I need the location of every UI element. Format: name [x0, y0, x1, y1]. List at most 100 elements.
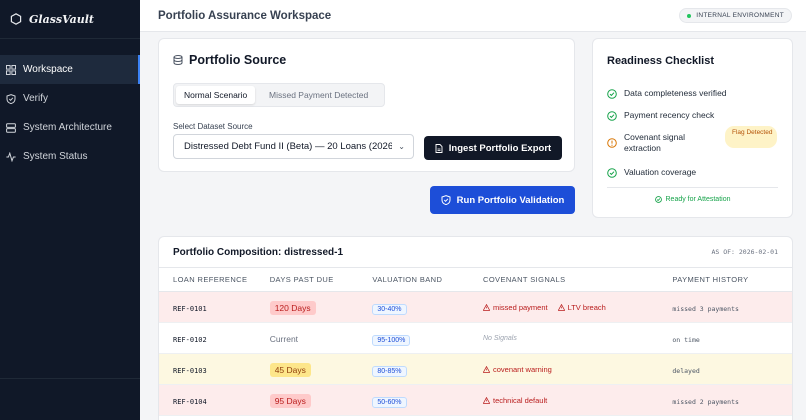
- shield-check-icon: [6, 93, 16, 104]
- card-title: Portfolio Source: [189, 53, 287, 67]
- sidebar-item-workspace[interactable]: Workspace: [0, 55, 140, 84]
- grid-icon: [6, 64, 16, 75]
- valuation-band-badge: 30-40%: [372, 304, 407, 315]
- checklist-item-valuation-coverage: Valuation coverage: [607, 167, 696, 178]
- dataset-source-value: Distressed Debt Fund II (Beta) — 20 Loan…: [184, 141, 393, 152]
- covenant-signal-label: No Signals: [483, 334, 517, 342]
- table-row[interactable]: REF-0104 95 Days 50-60% technical defaul…: [159, 385, 792, 416]
- valuation-band-badge: 50-60%: [372, 397, 407, 408]
- activity-icon: [6, 151, 16, 162]
- checklist-item-label: Valuation coverage: [624, 167, 697, 177]
- database-icon: [173, 55, 183, 65]
- portfolio-source-card: Portfolio Source Normal Scenario Missed …: [158, 38, 575, 172]
- environment-label: INTERNAL ENVIRONMENT: [696, 12, 784, 19]
- sidebar-footer: [0, 378, 140, 420]
- covenant-signal: covenant warning: [483, 365, 552, 374]
- column-header-covenant-signals: COVENANT SIGNALS: [483, 275, 566, 284]
- warning-triangle-icon: [483, 365, 490, 373]
- file-icon: [435, 143, 443, 153]
- main-content: Portfolio Source Normal Scenario Missed …: [140, 32, 806, 420]
- ingest-portfolio-export-button[interactable]: Ingest Portfolio Export: [424, 136, 562, 160]
- warning-triangle-icon: [557, 303, 565, 311]
- covenant-signal-label: LTV breach: [567, 302, 606, 312]
- run-button-label: Run Portfolio Validation: [456, 194, 565, 206]
- warning-triangle-icon: [483, 396, 490, 404]
- column-header-valuation-band: VALUATION BAND: [372, 275, 443, 284]
- covenant-signal: missed payment: [483, 303, 548, 312]
- as-of-date: AS OF: 2026-02-01: [711, 248, 778, 256]
- composition-title: Portfolio Composition: distressed-1: [173, 246, 344, 258]
- ready-for-attestation-status: Ready for Attestation: [593, 196, 792, 203]
- check-circle-icon: [607, 88, 617, 99]
- run-portfolio-validation-button[interactable]: Run Portfolio Validation: [430, 186, 575, 214]
- covenant-signal-label: technical default: [493, 395, 548, 405]
- environment-badge: INTERNAL ENVIRONMENT: [679, 8, 792, 23]
- sidebar-item-label: System Architecture: [23, 122, 112, 133]
- flag-detected-badge: Flag Detected: [725, 126, 777, 148]
- warning-triangle-icon: [483, 303, 490, 311]
- checklist-item-payment-recency: Payment recency check: [607, 110, 714, 121]
- sidebar-item-label: Verify: [23, 93, 49, 104]
- column-header-days-past-due: DAYS PAST DUE: [269, 275, 334, 284]
- sidebar-item-system-status[interactable]: System Status: [0, 142, 140, 171]
- sidebar-item-label: System Status: [23, 151, 88, 162]
- sidebar-item-label: Workspace: [23, 64, 73, 75]
- alert-circle-icon: [607, 138, 617, 149]
- days-past-due-badge: Current: [269, 334, 299, 344]
- valuation-band-badge: 80-85%: [372, 366, 407, 377]
- sidebar-item-verify[interactable]: Verify: [0, 84, 140, 113]
- readiness-checklist-card: Readiness Checklist Data completeness ve…: [592, 38, 793, 218]
- checklist-title: Readiness Checklist: [607, 55, 714, 67]
- sidebar-item-system-architecture[interactable]: System Architecture: [0, 113, 140, 142]
- scenario-toggle: Normal Scenario Missed Payment Detected: [173, 83, 385, 107]
- table-header: LOAN REFERENCE DAYS PAST DUE VALUATION B…: [159, 268, 792, 292]
- column-header-payment-history: PAYMENT HISTORY: [672, 275, 749, 284]
- server-icon: [6, 122, 16, 133]
- checklist-item-covenant-signal: Covenant signal extraction: [607, 132, 704, 155]
- check-circle-icon: [607, 167, 617, 178]
- tab-missed-payment-detected[interactable]: Missed Payment Detected: [255, 86, 382, 104]
- top-header: Portfolio Assurance Workspace INTERNAL E…: [140, 0, 806, 32]
- covenant-signal: technical default: [483, 396, 547, 405]
- check-circle-icon: [607, 110, 617, 121]
- loan-reference: REF-0104: [173, 398, 207, 406]
- checklist-item-label: Data completeness verified: [624, 88, 727, 98]
- loan-reference: REF-0103: [173, 367, 207, 375]
- status-dot-icon: [687, 13, 692, 18]
- portfolio-composition-card: Portfolio Composition: distressed-1 AS O…: [158, 236, 793, 420]
- composition-header: Portfolio Composition: distressed-1 AS O…: [159, 237, 792, 268]
- table-row[interactable]: REF-0102 Current 95-100% No Signals on t…: [159, 323, 792, 354]
- loan-reference: REF-0102: [173, 336, 207, 344]
- dataset-source-label: Select Dataset Source: [173, 122, 253, 131]
- table-row[interactable]: REF-0103 45 Days 80-85% covenant warning…: [159, 354, 792, 385]
- divider: [607, 187, 778, 188]
- days-past-due-badge: 95 Days: [269, 394, 311, 408]
- hexagon-logo-icon: [10, 13, 22, 25]
- days-past-due-badge: 120 Days: [269, 301, 316, 315]
- tab-normal-scenario[interactable]: Normal Scenario: [176, 86, 256, 104]
- shield-check-icon: [441, 195, 451, 205]
- brand-name: GlassVault: [29, 12, 94, 26]
- checklist-item-data-completeness: Data completeness verified: [607, 88, 727, 99]
- valuation-band-badge: 95-100%: [372, 335, 411, 346]
- check-circle-icon: [654, 196, 662, 203]
- checklist-item-label: Payment recency check: [624, 110, 715, 120]
- ingest-button-label: Ingest Portfolio Export: [448, 142, 552, 154]
- covenant-signal: LTV breach: [557, 302, 606, 312]
- page-title: Portfolio Assurance Workspace: [158, 9, 332, 22]
- payment-history: delayed: [672, 367, 700, 375]
- table-row[interactable]: REF-0101 120 Days 30-40% missed payment …: [159, 292, 792, 323]
- checklist-item-label: Covenant signal extraction: [624, 132, 685, 154]
- portfolio-source-heading: Portfolio Source: [173, 53, 286, 67]
- sidebar-nav: Workspace Verify System Architecture Sys…: [0, 55, 140, 171]
- covenant-signal-label: covenant warning: [493, 364, 552, 374]
- payment-history: on time: [672, 336, 700, 344]
- chevron-down-icon: ⌄: [398, 142, 405, 151]
- payment-history: missed 3 payments: [672, 305, 739, 313]
- sidebar: GlassVault Workspace Verify System Archi…: [0, 0, 140, 420]
- column-header-loan-reference: LOAN REFERENCE: [173, 275, 248, 284]
- brand[interactable]: GlassVault: [0, 0, 140, 39]
- ready-label: Ready for Attestation: [665, 196, 731, 203]
- covenant-signal-label: missed payment: [493, 302, 548, 312]
- dataset-source-select[interactable]: Distressed Debt Fund II (Beta) — 20 Loan…: [173, 134, 414, 159]
